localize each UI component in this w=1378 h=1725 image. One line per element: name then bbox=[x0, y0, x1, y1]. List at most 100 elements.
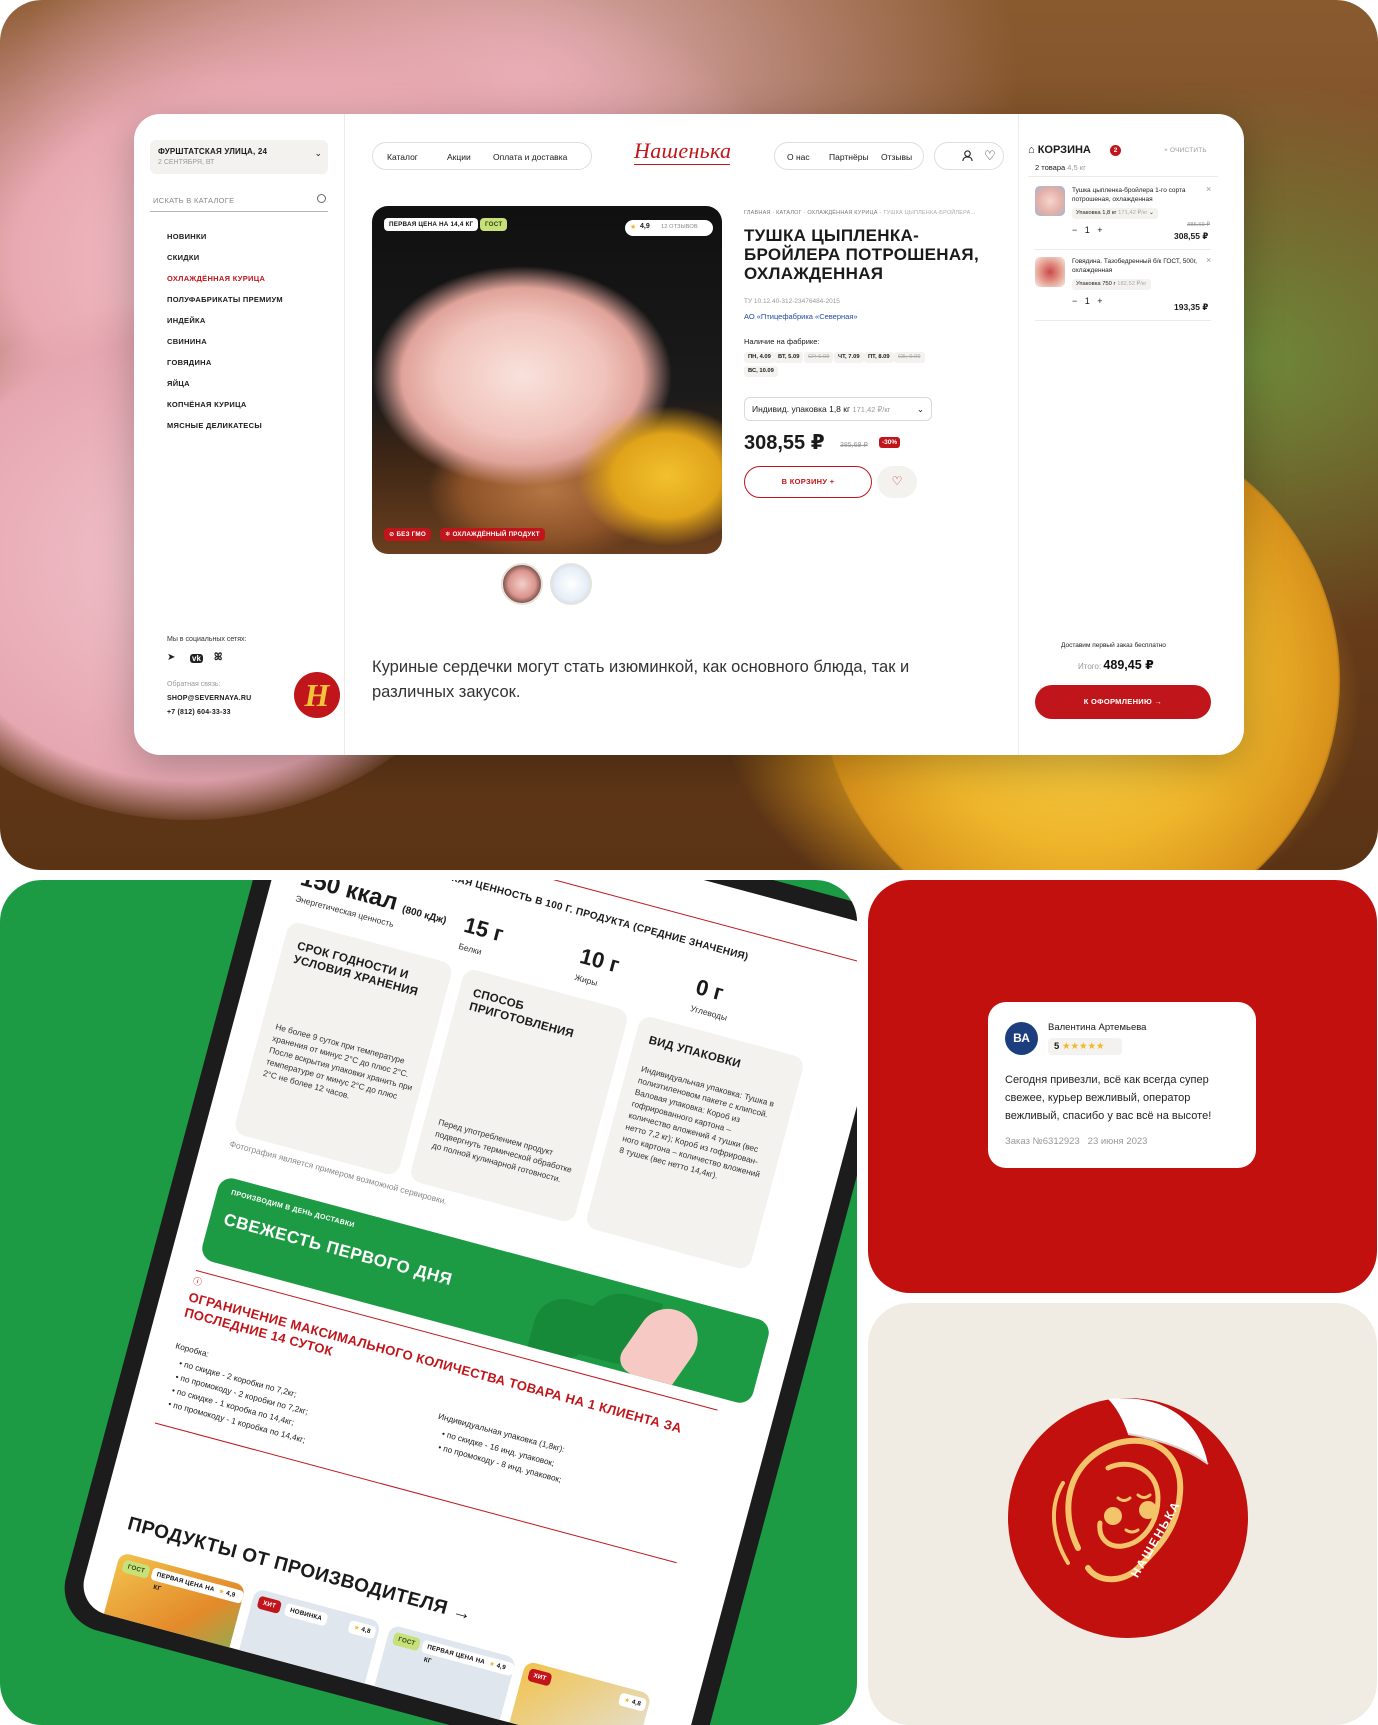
tablet-screen: ПИЩЕВАЯ И ЭНЕРГЕТИЧЕСКАЯ ЦЕННОСТЬ В 100 … bbox=[76, 880, 857, 1725]
nav-reviews[interactable]: Отзывы bbox=[881, 152, 912, 162]
hero-panel: ФУРШТАТСКАЯ УЛИЦА, 24 2 СЕНТЯБРЯ, ВТ ⌄ И… bbox=[0, 0, 1378, 870]
tag-no-gmo: ⊘ БЕЗ ГМО bbox=[384, 528, 431, 541]
storage-title: СРОК ГОДНОСТИ И УСЛОВИЯ ХРАНЕНИЯ bbox=[292, 940, 420, 999]
category-delicacies[interactable]: МЯСНЫЕ ДЕЛИКАТЕСЫ bbox=[167, 421, 262, 430]
pack-price: 171,42 ₽/кг bbox=[852, 405, 891, 414]
brand-logo[interactable]: Нашенька bbox=[634, 138, 731, 164]
reviewer-name: Валентина Артемьева bbox=[1048, 1022, 1147, 1033]
favorite-button[interactable]: ♡ bbox=[877, 466, 917, 498]
category-smoked-chicken[interactable]: КОПЧЁНАЯ КУРИЦА bbox=[167, 400, 247, 409]
product-card[interactable]: ХИТ НОВИНКА ★ 4,8 bbox=[232, 1588, 382, 1709]
availability-day: ПН, 4.09 bbox=[744, 352, 775, 363]
pack-label: Индивид. упаковка 1,8 кг bbox=[752, 404, 851, 414]
tag-first-price: ПЕРВАЯ ЦЕНА НА 14,4 КГ bbox=[384, 218, 479, 231]
heart-icon[interactable]: ♡ bbox=[984, 148, 996, 164]
feedback-phone[interactable]: +7 (812) 604-33-33 bbox=[167, 709, 231, 716]
product-maker-link[interactable]: АО «Птицефабрика «Северная» bbox=[744, 312, 858, 321]
cart-item-name[interactable]: Говядина. Тазобедренный б/к ГОСТ, 500г, … bbox=[1072, 258, 1202, 275]
feedback-email[interactable]: SHOP@SEVERNAYA.RU bbox=[167, 695, 251, 702]
availability-label: Наличие на фабрике: bbox=[744, 337, 820, 346]
product-card[interactable]: ГОСТ ПЕРВАЯ ЦЕНА НА 14,4 КГ ★ 4,9 bbox=[367, 1624, 517, 1725]
quantity-stepper[interactable]: − 1 + bbox=[1072, 225, 1103, 235]
availability-day: СР, 6.09 bbox=[804, 352, 834, 363]
category-chilled-chicken[interactable]: ОХЛАЖДЁННАЯ КУРИЦА bbox=[167, 274, 265, 283]
cart-item-image[interactable] bbox=[1035, 186, 1065, 216]
nav-partners[interactable]: Партнёры bbox=[829, 152, 869, 162]
odnoklassniki-icon[interactable]: ꕤ bbox=[214, 652, 222, 663]
cart-item-image[interactable] bbox=[1035, 257, 1065, 287]
availability-day: ЧТ, 7.09 bbox=[834, 352, 864, 363]
cart-item-price: 308,55 ₽ bbox=[1174, 231, 1209, 241]
nav-about[interactable]: О нас bbox=[787, 152, 810, 162]
cart-total: Итого: 489,45 ₽ bbox=[1078, 658, 1154, 672]
product-standard: ТУ 10.12.40-312-23476484-2015 bbox=[744, 298, 840, 305]
breadcrumb-current: ТУШКА ЦЫПЛЕНКА-БРОЙЛЕРА... bbox=[883, 210, 976, 216]
review-rating: 5 ★★★★★ bbox=[1048, 1038, 1122, 1055]
chevron-down-icon: ⌄ bbox=[314, 148, 322, 158]
category-skidki[interactable]: СКИДКИ bbox=[167, 253, 200, 262]
pack-select[interactable]: Индивид. упаковка 1,8 кг 171,42 ₽/кг ⌄ bbox=[744, 397, 932, 421]
search-icon[interactable] bbox=[317, 194, 326, 203]
nav-catalog[interactable]: Каталог bbox=[387, 152, 418, 162]
packaging-text: Индивидуальная упаковка: Тушка в полиэти… bbox=[618, 1063, 776, 1181]
availability-day: ПТ, 8.09 bbox=[864, 352, 894, 363]
quantity-stepper[interactable]: − 1 + bbox=[1072, 296, 1103, 306]
brand-logo-icon: Н bbox=[294, 672, 340, 718]
tag-gost: ГОСТ bbox=[480, 218, 508, 231]
avatar: ВА bbox=[1005, 1022, 1038, 1055]
catalog-search[interactable]: ИСКАТЬ В КАТАЛОГЕ bbox=[150, 190, 328, 212]
category-turkey[interactable]: ИНДЕЙКА bbox=[167, 316, 206, 325]
breadcrumb-category[interactable]: ОХЛАЖДЁННАЯ КУРИЦА bbox=[807, 210, 877, 216]
product-description: Куриные сердечки могут стать изюминкой, … bbox=[372, 658, 910, 701]
category-eggs[interactable]: ЯЙЦА bbox=[167, 379, 190, 388]
user-icon[interactable] bbox=[962, 150, 973, 162]
close-icon[interactable]: × bbox=[1206, 255, 1211, 265]
cart-item-old-price: 385,69 ₽ bbox=[1187, 222, 1211, 228]
product-card[interactable]: ХИТ ★ 4,8 bbox=[502, 1660, 652, 1725]
availability-day: ВТ, 5.09 bbox=[774, 352, 804, 363]
delivery-address-selector[interactable]: ФУРШТАТСКАЯ УЛИЦА, 24 2 СЕНТЯБРЯ, ВТ ⌄ bbox=[150, 140, 328, 174]
category-premium[interactable]: ПОЛУФАБРИКАТЫ ПРЕМИУМ bbox=[167, 295, 283, 304]
category-beef[interactable]: ГОВЯДИНА bbox=[167, 358, 212, 367]
info-icon: ⓘ bbox=[191, 1275, 204, 1288]
cart-item-name[interactable]: Тушка цыпленка-бройлера 1-го сорта потро… bbox=[1072, 187, 1202, 204]
nav-promo[interactable]: Акции bbox=[447, 152, 471, 162]
availability-day: СБ, 9.09 bbox=[894, 352, 925, 363]
search-input[interactable]: ИСКАТЬ В КАТАЛОГЕ bbox=[153, 196, 234, 205]
checkout-button[interactable]: К ОФОРМЛЕНИЮ → bbox=[1035, 685, 1211, 719]
star-icon: ★ bbox=[630, 224, 637, 231]
product-price: 308,55 ₽ bbox=[744, 432, 825, 454]
carbs-label: Углеводы bbox=[689, 1003, 729, 1023]
cart-item-pack[interactable]: Упаковка 1,8 кг 171,42 ₽/кг ⌄ bbox=[1072, 208, 1158, 219]
fat-label: Жиры bbox=[573, 972, 599, 988]
cart-count-badge: 2 bbox=[1110, 145, 1121, 156]
availability-day: ВС, 10.09 bbox=[744, 366, 778, 377]
add-to-cart-button[interactable]: В КОРЗИНУ + bbox=[744, 466, 872, 498]
category-novinki[interactable]: НОВИНКИ bbox=[167, 232, 207, 241]
product-old-price: 385,69 ₽ bbox=[840, 442, 868, 449]
telegram-icon[interactable]: ➤ bbox=[167, 652, 175, 663]
star-icon: ★★★★★ bbox=[1061, 1041, 1105, 1052]
feedback-title: Обратная связь: bbox=[167, 681, 221, 688]
thumbnail-package[interactable] bbox=[550, 563, 592, 605]
vk-icon[interactable]: vk bbox=[190, 654, 203, 663]
product-card[interactable]: ГОСТ ПЕРВАЯ ЦЕНА НА 14,4 КГ ★ 4,9 bbox=[97, 1551, 247, 1673]
discount-badge: -30% bbox=[879, 437, 901, 448]
tablet-device: ПИЩЕВАЯ И ЭНЕРГЕТИЧЕСКАЯ ЦЕННОСТЬ В 100 … bbox=[54, 880, 857, 1725]
breadcrumb-home[interactable]: ГЛАВНАЯ bbox=[744, 210, 771, 216]
nav-payment-delivery[interactable]: Оплата и доставка bbox=[493, 152, 567, 162]
cart-item-pack[interactable]: Упаковка 750 г 182,52 ₽/кг bbox=[1072, 279, 1151, 290]
tag-chilled: ❄ ОХЛАЖДЁННЫЙ ПРОДУКТ bbox=[440, 528, 545, 541]
breadcrumb-catalog[interactable]: КАТАЛОГ bbox=[776, 210, 802, 216]
free-delivery-note: Доставим первый заказ бесплатно bbox=[1061, 642, 1166, 649]
category-pork[interactable]: СВИНИНА bbox=[167, 337, 207, 346]
cart-title: ⌂ КОРЗИНА bbox=[1028, 144, 1091, 156]
box-label: Коробка: bbox=[174, 1340, 211, 1359]
clear-cart-button[interactable]: × ОЧИСТИТЬ bbox=[1164, 147, 1207, 154]
rating-badge[interactable]: ★ 4,9 12 ОТЗЫВОВ bbox=[625, 220, 713, 236]
store-screenshot: ФУРШТАТСКАЯ УЛИЦА, 24 2 СЕНТЯБРЯ, ВТ ⌄ И… bbox=[134, 114, 1244, 755]
product-image[interactable]: ПЕРВАЯ ЦЕНА НА 14,4 КГ ГОСТ ★ 4,9 12 ОТЗ… bbox=[372, 206, 722, 554]
close-icon[interactable]: × bbox=[1206, 184, 1211, 194]
thumbnail-photo[interactable] bbox=[501, 563, 543, 605]
review-card: ВА Валентина Артемьева 5 ★★★★★ Сегодня п… bbox=[988, 1002, 1256, 1168]
